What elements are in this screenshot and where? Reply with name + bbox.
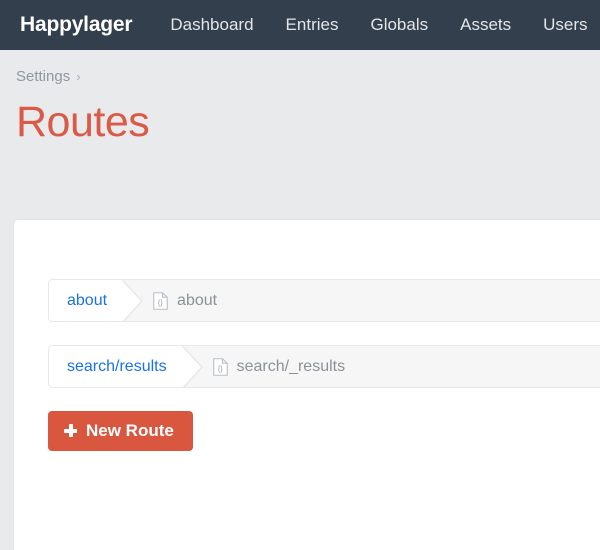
route-template: {} search/_results: [181, 357, 346, 376]
twig-template-icon: {}: [212, 357, 228, 376]
route-template-label: search/_results: [236, 357, 346, 375]
nav-item-users[interactable]: Users: [543, 15, 587, 35]
route-template-label: about: [177, 291, 218, 309]
nav-items: Dashboard Entries Globals Assets Users: [170, 15, 587, 35]
routes-card: about {} about search/results {} search/…: [14, 220, 600, 550]
nav-item-assets[interactable]: Assets: [460, 15, 511, 35]
new-route-button-label: New Route: [86, 421, 174, 440]
svg-text:{}: {}: [158, 298, 164, 307]
plus-icon: [64, 424, 77, 437]
chevron-right-icon: ›: [76, 69, 81, 84]
new-route-button-wrap: New Route: [14, 411, 600, 451]
nav-item-globals[interactable]: Globals: [370, 15, 428, 35]
nav-item-dashboard[interactable]: Dashboard: [170, 15, 253, 35]
routes-list: about {} about search/results {} search/…: [14, 220, 600, 388]
nav-item-entries[interactable]: Entries: [286, 15, 339, 35]
route-uri[interactable]: about: [49, 280, 144, 321]
twig-template-icon: {}: [153, 291, 168, 310]
main-navbar: Happylager Dashboard Entries Globals Ass…: [0, 0, 600, 50]
brand-logo[interactable]: Happylager: [20, 13, 133, 37]
route-row[interactable]: search/results {} search/_results: [48, 345, 600, 388]
svg-text:{}: {}: [217, 364, 223, 373]
breadcrumb: Settings ›: [0, 50, 600, 85]
page-title: Routes: [16, 98, 150, 146]
route-row[interactable]: about {} about: [48, 279, 600, 322]
breadcrumb-item-settings[interactable]: Settings: [16, 68, 70, 85]
new-route-button[interactable]: New Route: [48, 411, 193, 451]
route-uri[interactable]: search/results: [49, 346, 203, 387]
